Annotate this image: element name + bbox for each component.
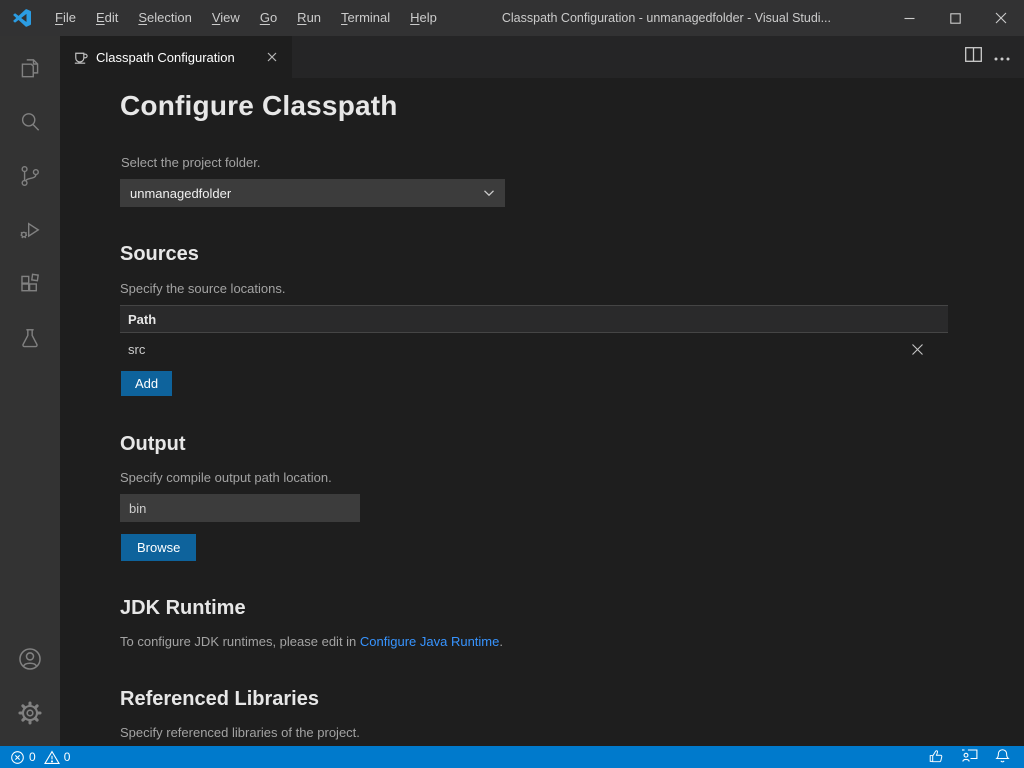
source-control-icon[interactable] bbox=[6, 149, 54, 203]
error-icon bbox=[10, 750, 25, 765]
sources-column-path: Path bbox=[128, 312, 156, 327]
vscode-logo-icon bbox=[13, 8, 33, 28]
window-controls bbox=[886, 0, 1024, 36]
sources-heading: Sources bbox=[120, 243, 199, 266]
tab-bar: Classpath Configuration bbox=[60, 36, 1024, 78]
menu-terminal[interactable]: Terminal bbox=[331, 0, 400, 36]
menu-bar: File Edit Selection View Go Run Terminal… bbox=[45, 0, 447, 36]
jdk-desc-prefix: To configure JDK runtimes, please edit i… bbox=[120, 634, 360, 649]
search-icon[interactable] bbox=[6, 95, 54, 149]
source-row-src[interactable]: src bbox=[120, 334, 948, 364]
editor-actions bbox=[965, 36, 1024, 78]
add-source-button[interactable]: Add bbox=[121, 371, 172, 396]
more-actions-icon[interactable] bbox=[994, 48, 1010, 66]
extensions-icon[interactable] bbox=[6, 257, 54, 311]
run-and-debug-icon[interactable] bbox=[6, 203, 54, 257]
error-count: 0 bbox=[29, 750, 36, 764]
window-title: Classpath Configuration - unmanagedfolde… bbox=[447, 11, 886, 25]
tab-classpath-configuration[interactable]: Classpath Configuration bbox=[60, 36, 292, 78]
menu-view[interactable]: View bbox=[202, 0, 250, 36]
tab-close-icon[interactable] bbox=[262, 47, 282, 67]
classpath-configuration-page: Configure Classpath Select the project f… bbox=[60, 78, 1024, 746]
activity-bar bbox=[0, 36, 60, 746]
referenced-libraries-heading: Referenced Libraries bbox=[120, 688, 319, 711]
output-path-input[interactable] bbox=[120, 494, 360, 522]
jdk-runtime-heading: JDK Runtime bbox=[120, 597, 246, 620]
explorer-icon[interactable] bbox=[6, 41, 54, 95]
notifications-bell-icon[interactable] bbox=[995, 748, 1010, 767]
project-folder-select[interactable]: unmanagedfolder bbox=[120, 179, 505, 207]
jdk-runtime-description: To configure JDK runtimes, please edit i… bbox=[120, 634, 503, 649]
testing-icon[interactable] bbox=[6, 311, 54, 365]
warning-icon bbox=[44, 750, 60, 765]
status-bar: 0 0 bbox=[0, 746, 1024, 768]
output-heading: Output bbox=[120, 433, 186, 456]
project-folder-label: Select the project folder. bbox=[121, 155, 260, 170]
close-window-button[interactable] bbox=[978, 0, 1024, 36]
menu-edit[interactable]: Edit bbox=[86, 0, 128, 36]
menu-help[interactable]: Help bbox=[400, 0, 447, 36]
tab-label: Classpath Configuration bbox=[96, 50, 262, 65]
java-cup-icon bbox=[72, 49, 89, 66]
jdk-desc-suffix: . bbox=[499, 634, 503, 649]
split-editor-icon[interactable] bbox=[965, 47, 982, 67]
warning-count: 0 bbox=[64, 750, 71, 764]
browse-output-button[interactable]: Browse bbox=[121, 534, 196, 561]
remove-source-icon[interactable] bbox=[908, 340, 926, 358]
source-path-value: src bbox=[128, 342, 908, 357]
menu-run[interactable]: Run bbox=[287, 0, 331, 36]
vscode-window: File Edit Selection View Go Run Terminal… bbox=[0, 0, 1024, 768]
maximize-button[interactable] bbox=[932, 0, 978, 36]
title-bar: File Edit Selection View Go Run Terminal… bbox=[0, 0, 1024, 36]
chevron-down-icon bbox=[483, 189, 495, 197]
page-title: Configure Classpath bbox=[120, 90, 398, 122]
presenter-feedback-icon[interactable] bbox=[961, 748, 978, 766]
account-icon[interactable] bbox=[6, 632, 54, 686]
configure-java-runtime-link[interactable]: Configure Java Runtime bbox=[360, 634, 499, 649]
menu-selection[interactable]: Selection bbox=[128, 0, 201, 36]
project-folder-selected-value: unmanagedfolder bbox=[130, 186, 483, 201]
problems-indicator[interactable]: 0 0 bbox=[10, 750, 70, 765]
menu-file[interactable]: File bbox=[45, 0, 86, 36]
settings-gear-icon[interactable] bbox=[6, 686, 54, 740]
minimize-button[interactable] bbox=[886, 0, 932, 36]
referenced-libraries-description: Specify referenced libraries of the proj… bbox=[120, 725, 360, 740]
output-description: Specify compile output path location. bbox=[120, 470, 332, 485]
sources-description: Specify the source locations. bbox=[120, 281, 285, 296]
menu-go[interactable]: Go bbox=[250, 0, 287, 36]
sources-table-header: Path bbox=[120, 305, 948, 333]
feedback-thumbs-up-icon[interactable] bbox=[928, 748, 944, 767]
